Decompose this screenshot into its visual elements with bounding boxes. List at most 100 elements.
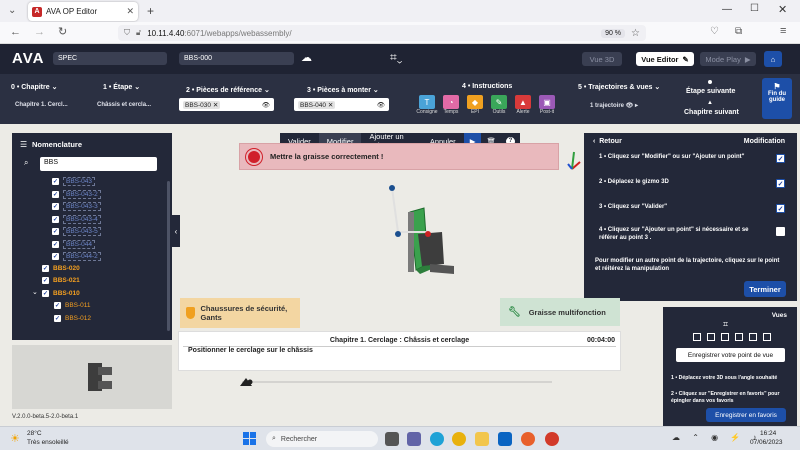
home-button[interactable]: ⌂ xyxy=(764,51,782,67)
forward-icon[interactable]: → xyxy=(34,26,45,38)
saved-view-icon[interactable] xyxy=(749,333,757,341)
tree-item[interactable]: ✓ BBS-021 xyxy=(42,277,80,284)
teams-icon[interactable] xyxy=(407,432,421,446)
guide-step-checkbox[interactable]: ✓ xyxy=(776,154,785,163)
checkbox[interactable]: ✓ xyxy=(52,253,59,260)
tree-item[interactable]: ✓ BBS-020 xyxy=(42,264,80,272)
edge-icon[interactable] xyxy=(430,432,444,446)
guide-step-checkbox[interactable]: ✓ xyxy=(776,204,785,213)
checkbox[interactable]: ✓ xyxy=(52,203,59,210)
tree-item[interactable]: ✓ BBS-044-2 xyxy=(52,252,101,261)
task-view-icon[interactable] xyxy=(385,432,399,446)
expand-caret-icon[interactable]: ⌄ xyxy=(32,288,38,296)
pieces-ref-dropdown[interactable]: 2 • Pièces de référence ⌄ xyxy=(186,86,270,94)
checkbox[interactable]: ✓ xyxy=(42,264,49,272)
tab-list-icon[interactable]: ⌄ xyxy=(8,5,16,16)
taskbar-search[interactable]: ⌕ Rechercher xyxy=(266,431,378,447)
tree-item[interactable]: ✓ BBS-043-5 xyxy=(52,227,101,236)
eye-icon[interactable]: 👁︎ xyxy=(262,101,270,109)
tree-item[interactable]: ✓ BBS-043-4 xyxy=(52,214,101,224)
weather-icon[interactable]: ☀ xyxy=(10,432,20,445)
reload-icon[interactable]: ↻ xyxy=(58,25,67,38)
chapitre-dropdown[interactable]: 0 • Chapitre ⌄ xyxy=(11,83,57,91)
tree-item[interactable]: ✓ BBS-044 xyxy=(52,239,96,249)
vue-editor-button[interactable]: Vue Editor ✎ xyxy=(636,52,694,66)
safety-instruction-card[interactable]: Chaussures de sécurité, Gants xyxy=(180,298,300,328)
tree-item[interactable]: ⌄ ✓ BBS-010 xyxy=(32,289,80,297)
tree-item[interactable]: ✓ BBS-043 xyxy=(52,177,96,186)
collapse-panel-handle[interactable]: ‹ xyxy=(172,215,180,247)
search-input[interactable]: BBS xyxy=(40,157,157,171)
close-tab-icon[interactable]: ✕ xyxy=(126,6,134,17)
tree-item[interactable]: ✓ BBS-043-3 xyxy=(52,202,101,211)
app-menu-icon[interactable]: ≡ xyxy=(780,25,786,37)
retour-button[interactable]: ‹ Retour xyxy=(593,138,622,145)
instruction-1[interactable]: ◔ Temps xyxy=(440,95,462,115)
new-tab-button[interactable]: + xyxy=(147,4,154,18)
project-field[interactable]: SPEC xyxy=(53,52,167,65)
checkbox[interactable]: ✓ xyxy=(42,277,49,284)
bookmark-star-icon[interactable]: ☆ xyxy=(631,28,640,39)
instruction-4[interactable]: ▲ Alerte xyxy=(512,95,534,115)
vue-3d-button[interactable]: Vue 3D xyxy=(582,52,622,66)
saved-view-icon[interactable] xyxy=(707,333,715,341)
outlook-icon[interactable] xyxy=(498,432,512,446)
saved-view-icon[interactable] xyxy=(693,333,701,341)
eye-icon[interactable]: 👁︎ xyxy=(626,103,634,109)
start-icon[interactable] xyxy=(243,432,256,445)
instruction-2[interactable]: ◆ EPI xyxy=(464,95,486,115)
mode-play-button[interactable]: Mode Play ▶ xyxy=(700,52,756,66)
fin-du-guide-button[interactable]: ⚑ Fin du guide xyxy=(762,78,792,119)
pieces-ref-field[interactable]: BBS-030 ✕ 👁︎ xyxy=(179,98,274,111)
saved-view-icon[interactable] xyxy=(721,333,729,341)
gizmo-select-icon[interactable]: ⌗⌄ xyxy=(390,50,402,65)
tree-scrollbar[interactable] xyxy=(167,181,170,331)
back-icon[interactable]: ← xyxy=(10,26,21,38)
guide-step-checkbox[interactable]: ✓ xyxy=(776,179,785,188)
pieces-mont-field[interactable]: BBS-040 ✕ 👁︎ xyxy=(294,98,389,111)
checkbox[interactable]: ✓ xyxy=(52,228,59,235)
part-field[interactable]: BBS-000 xyxy=(179,52,294,65)
view-capture-icon[interactable]: ⌗ xyxy=(723,319,728,330)
save-view-button[interactable]: Enregistrer votre point de vue xyxy=(676,348,785,362)
address-bar[interactable]: ⛉ 🔓︎ 10.11.4.40:6071/webapps/webassembly… xyxy=(118,25,646,41)
alert-banner[interactable]: Mettre la graisse correctement ! xyxy=(239,143,559,170)
instruction-5[interactable]: ▣ Post-it xyxy=(536,95,558,115)
explorer-icon[interactable] xyxy=(475,432,489,446)
etape-dropdown[interactable]: 1 • Étape ⌄ xyxy=(103,83,140,91)
eye-icon[interactable]: 👁︎ xyxy=(377,101,385,109)
browser-tab[interactable]: A AVA OP Editor ✕ xyxy=(28,2,138,21)
checkbox[interactable]: ✓ xyxy=(52,240,59,248)
checkbox[interactable]: ✓ xyxy=(42,289,49,297)
checkbox[interactable]: ✓ xyxy=(52,178,59,185)
tray-icons[interactable]: ☁ ⌃ ◉ ⚡ ♪ xyxy=(672,433,762,442)
etape-suivante-button[interactable]: Étape suivante xyxy=(686,88,735,95)
instruction-0[interactable]: T Consigne xyxy=(416,95,438,115)
minimize-icon[interactable]: — xyxy=(722,4,732,15)
tree-item[interactable]: ✓ BBS-012 xyxy=(54,314,91,322)
chapitre-suivant-button[interactable]: Chapitre suivant xyxy=(684,109,739,116)
pocket-icon[interactable]: ♡ xyxy=(710,26,719,37)
checkbox[interactable]: ✓ xyxy=(52,190,59,198)
extensions-icon[interactable]: ⧉ xyxy=(735,26,742,37)
checkbox[interactable]: ✓ xyxy=(52,215,59,223)
terminer-button[interactable]: Terminer xyxy=(744,281,786,297)
trajectoires-dropdown[interactable]: 5 • Trajectoires & vues ⌄ xyxy=(578,83,660,91)
checkbox[interactable]: ✓ xyxy=(54,314,61,322)
firefox-icon[interactable] xyxy=(521,432,535,446)
guide-step-checkbox[interactable] xyxy=(776,227,785,236)
tree-item[interactable]: ✓ BBS-043-2 xyxy=(52,189,101,199)
pieces-mont-dropdown[interactable]: 3 • Pièces à monter ⌄ xyxy=(307,86,379,94)
save-favorite-button[interactable]: Enregistrer en favoris xyxy=(706,408,786,422)
saved-view-icon[interactable] xyxy=(763,333,771,341)
checkbox[interactable]: ✓ xyxy=(54,302,61,309)
zoom-level[interactable]: 90 % xyxy=(601,28,626,38)
app-icon[interactable] xyxy=(545,432,559,446)
saved-view-icon[interactable] xyxy=(735,333,743,341)
tree-item[interactable]: ✓ BBS-011 xyxy=(54,302,91,309)
chapter-instruction[interactable]: Positionner le cerclage sur le châssis xyxy=(188,347,313,354)
tool-instruction-card[interactable]: 🔧︎ Graisse multifonction xyxy=(500,298,620,326)
chrome-icon[interactable] xyxy=(452,432,466,446)
instruction-3[interactable]: ✎ Outils xyxy=(488,95,510,115)
close-window-icon[interactable]: ✕ xyxy=(778,3,787,16)
